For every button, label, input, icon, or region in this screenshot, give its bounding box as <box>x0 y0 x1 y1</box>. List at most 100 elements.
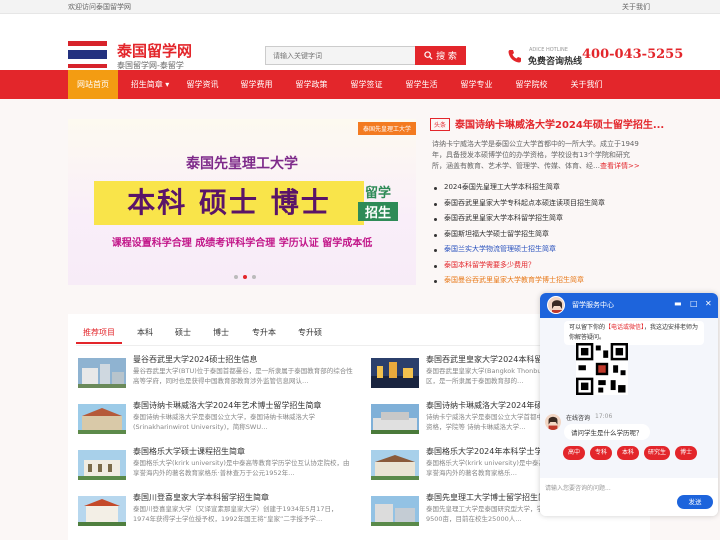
program-thumbnail <box>371 358 419 388</box>
program-card-desc: 曼谷吞武里大学(BTU)位于泰国首都曼谷，是一所隶属于泰国教育部的综合性高等学府… <box>133 367 353 385</box>
option-college[interactable]: 专科 <box>590 446 612 460</box>
chevron-down-icon: ▾ <box>165 80 170 89</box>
banner-title: 泰国先皇理工大学 <box>186 156 298 172</box>
about-link[interactable]: 关于我们 <box>622 2 650 12</box>
intro-highlight: 【电话或微信】 <box>605 324 645 331</box>
agent-avatar <box>545 414 561 430</box>
chat-input-placeholder[interactable]: 请输入您要咨询的问题... <box>545 483 611 492</box>
nav-item-admissions-label: 招生简章 <box>130 80 163 89</box>
program-card[interactable]: 曼谷吞武里大学2024硕士招生信息 曼谷吞武里大学(BTU)位于泰国首都曼谷，是… <box>78 354 358 398</box>
tab-recommended[interactable]: 推荐项目 <box>76 322 122 344</box>
program-card-desc: 泰国格乐大学(krirk university)是中泰高等教育学历学位互认协定院… <box>133 459 350 477</box>
nav-item-admissions[interactable]: 招生简章 ▾ <box>124 70 176 99</box>
program-card-title: 泰国诗纳卡琳威洛大学2024年艺术博士留学招生简章 <box>133 401 322 410</box>
carousel-dot[interactable] <box>234 275 238 279</box>
news-item[interactable]: 泰国斯坦福大学硕士留学招生简章 <box>432 227 647 243</box>
chat-title: 留学服务中心 <box>572 301 614 309</box>
program-card-title: 泰国先皇理工大学博士留学招生简章 <box>426 493 554 502</box>
main-nav: 网站首页 招生简章 ▾ 留学资讯 留学费用 留学政策 留学签证 留学生活 留学专… <box>0 70 720 99</box>
search-button[interactable]: 搜 索 <box>415 46 466 65</box>
search-input[interactable] <box>265 46 415 65</box>
nav-item-schools[interactable]: 留学院校 <box>509 70 554 99</box>
program-thumbnail <box>78 496 126 526</box>
chat-body: 可以留下你的【电话或微信】，我这边安排老师为你解答疑问。 在线咨询 17:06 … <box>540 318 718 478</box>
intro-message: 可以留下你的【电话或微信】，我这边安排老师为你解答疑问。 <box>564 321 704 345</box>
nav-item-fees[interactable]: 留学费用 <box>234 70 279 99</box>
maximize-icon[interactable]: □ <box>690 299 698 308</box>
phone-icon <box>508 50 521 63</box>
tab-college-to-master[interactable]: 专升硕 <box>290 322 330 344</box>
nav-item-majors[interactable]: 留学专业 <box>454 70 499 99</box>
minimize-icon[interactable]: ▬ <box>674 299 682 308</box>
top-bar: 欢迎访问泰国留学网 关于我们 <box>0 0 720 14</box>
program-thumbnail <box>78 404 126 434</box>
welcome-text: 欢迎访问泰国留学网 <box>68 3 131 11</box>
news-item[interactable]: 泰国吞武里皇家大学本科留学招生简章 <box>432 211 647 227</box>
question-message: 请问学生是什么学历呢？ <box>564 424 650 440</box>
banner-slogan: 课程设置科学合理 成绩考评科学合理 学历认证 留学成本低 <box>111 238 373 249</box>
news-item[interactable]: 2024泰国先皇理工大学本科招生简章 <box>432 180 647 196</box>
banner-tag: 泰国先皇理工大学 <box>357 122 416 135</box>
hotline-label: 免费咨询热线 <box>528 57 583 67</box>
site-header: 泰国留学网 泰国留学网-泰留学 搜 索 ADICE HOTLINE 免费咨询热线… <box>0 14 720 70</box>
program-card-title: 泰国格乐大学硕士课程招生简章 <box>133 447 245 456</box>
program-thumbnail <box>371 450 419 480</box>
program-thumbnail <box>78 450 126 480</box>
thailand-flag-logo[interactable] <box>68 41 107 68</box>
close-icon[interactable]: ✕ <box>705 299 712 308</box>
nav-item-about[interactable]: 关于我们 <box>564 70 609 99</box>
news-item[interactable]: 泰国吞武里皇家大学专科起点本硕连读项目招生简章 <box>432 196 647 212</box>
headline-tag: 头条 <box>430 118 451 131</box>
news-list: 2024泰国先皇理工大学本科招生简章 泰国吞武里皇家大学专科起点本硕连读项目招生… <box>432 180 647 289</box>
tab-doctor[interactable]: 博士 <box>206 322 236 344</box>
headline-description: 诗纳卡宁威洛大学是泰国公立大学首都中的一所大学。成立于1949年，具备授发本硕博… <box>432 139 642 172</box>
banner-badge-line2: 招生 <box>358 202 398 221</box>
search-button-label: 搜 索 <box>436 52 457 62</box>
tab-bachelor[interactable]: 本科 <box>130 322 160 344</box>
option-bachelor[interactable]: 本科 <box>617 446 639 460</box>
nav-item-news[interactable]: 留学资讯 <box>180 70 225 99</box>
chat-avatar <box>547 296 565 314</box>
program-card[interactable]: 泰国川登喜皇家大学本科留学招生简章 泰国川登喜皇家大学（又译宣素那皇家大学）创建… <box>78 492 358 536</box>
option-postgraduate[interactable]: 研究生 <box>644 446 670 460</box>
option-high-school[interactable]: 高中 <box>563 446 585 460</box>
news-item[interactable]: 泰国本科留学需要多少费用？ <box>432 258 647 274</box>
qr-code-icon <box>576 343 628 395</box>
chat-widget: 留学服务中心 ▬ □ ✕ 可以留下你的【电话或微信】，我这边安排老师为你解答疑问… <box>540 293 718 516</box>
send-button[interactable]: 发送 <box>677 495 713 509</box>
headline-title[interactable]: 泰国诗纳卡琳威洛大学2024年硕士留学招生... <box>455 116 664 131</box>
hotline-number: 400-043-5255 <box>582 47 684 62</box>
program-card-desc: 泰国诗纳卡琳威洛大学是泰国公立大学，泰国诗纳卡琳威洛大学(Srinakharin… <box>133 413 315 431</box>
agent-name: 在线咨询 <box>566 415 591 422</box>
intro-prefix: 可以留下你的 <box>569 324 606 331</box>
hotline-caption: ADICE HOTLINE <box>529 47 568 53</box>
banner-badge: 留学 招生 <box>358 182 398 222</box>
news-item[interactable]: 泰国兰实大学物流管理硕士招生简章 <box>432 242 647 258</box>
search-icon <box>424 51 433 60</box>
site-name[interactable]: 泰国留学网 <box>117 40 192 61</box>
read-more-link[interactable]: 查看详情>> <box>600 162 640 170</box>
program-card-title: 泰国川登喜皇家大学本科留学招生简章 <box>133 493 269 502</box>
program-card[interactable]: 泰国诗纳卡琳威洛大学2024年艺术博士留学招生简章 泰国诗纳卡琳威洛大学是泰国公… <box>78 400 358 444</box>
program-card-desc: 泰国川登喜皇家大学（又译宣素那皇家大学）创建于1934年5月17日，1974年获… <box>133 505 338 523</box>
chat-input-area[interactable]: 请输入您要咨询的问题... 发送 <box>540 478 718 516</box>
carousel-dot[interactable] <box>252 275 256 279</box>
carousel-dots <box>234 275 264 281</box>
carousel-dot-active[interactable] <box>243 275 247 279</box>
tab-master[interactable]: 硕士 <box>168 322 198 344</box>
banner-degree-text: 本科 硕士 博士 <box>127 186 331 219</box>
banner-badge-line1: 留学 <box>364 186 391 201</box>
tab-college-to-bachelor[interactable]: 专升本 <box>244 322 284 344</box>
program-thumbnail <box>78 358 126 388</box>
banner-carousel[interactable]: 泰国先皇理工大学 泰国先皇理工大学 本科 硕士 博士 留学 招生 课程设置科学合… <box>68 119 416 285</box>
nav-item-visa[interactable]: 留学签证 <box>344 70 389 99</box>
news-item[interactable]: 泰国曼谷吞武里皇家大学教育学博士招生简章 <box>432 273 647 289</box>
program-thumbnail <box>371 496 419 526</box>
program-card-title: 曼谷吞武里大学2024硕士招生信息 <box>133 355 258 364</box>
option-doctor[interactable]: 博士 <box>675 446 697 460</box>
message-time: 17:06 <box>595 413 613 420</box>
nav-item-life[interactable]: 留学生活 <box>399 70 444 99</box>
program-card[interactable]: 泰国格乐大学硕士课程招生简章 泰国格乐大学(krirk university)是… <box>78 446 358 490</box>
nav-item-home[interactable]: 网站首页 <box>68 70 118 99</box>
nav-item-policy[interactable]: 留学政策 <box>289 70 334 99</box>
